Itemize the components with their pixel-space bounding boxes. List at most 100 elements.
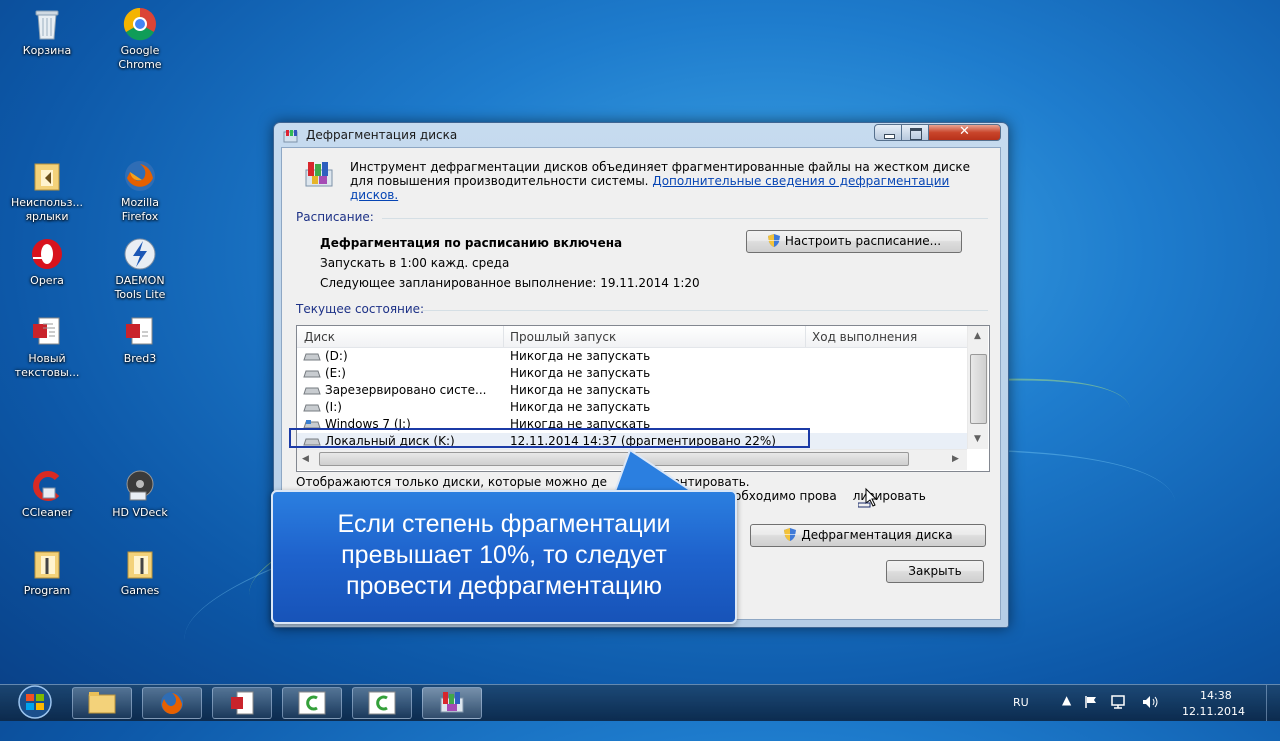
desktop-icon-opera[interactable]: Opera bbox=[7, 236, 87, 288]
scroll-up-icon[interactable]: ▲ bbox=[974, 331, 981, 341]
minimize-button[interactable] bbox=[874, 124, 902, 141]
footer-note-text: Отображаются только диски, которые можно… bbox=[296, 475, 607, 489]
taskbar-ccleaner-2[interactable] bbox=[352, 687, 412, 719]
configure-schedule-label: Настроить расписание... bbox=[784, 234, 942, 248]
scroll-right-icon[interactable]: ▶ bbox=[952, 454, 959, 464]
desktop-icon-label: Новый текстовы... bbox=[14, 352, 80, 379]
scroll-thumb[interactable] bbox=[970, 354, 987, 424]
hd-vdeck-icon bbox=[122, 468, 158, 504]
desktop-icon-recycle-bin[interactable]: Корзина bbox=[7, 6, 87, 58]
notification-chevron-icon[interactable]: ▲ bbox=[1062, 693, 1071, 707]
schedule-next-text: Следующее запланированное выполнение: 19… bbox=[320, 276, 700, 290]
ccleaner-icon bbox=[368, 691, 396, 715]
close-window-button[interactable]: ✕ bbox=[928, 124, 1001, 141]
disk-row[interactable]: (D:) Никогда не запускать bbox=[297, 348, 967, 365]
scroll-left-icon[interactable]: ◀ bbox=[302, 454, 309, 464]
disk-row[interactable]: (E:) Никогда не запускать bbox=[297, 365, 967, 382]
drive-icon bbox=[303, 387, 321, 395]
games-folder-icon bbox=[122, 546, 158, 582]
scroll-down-icon[interactable]: ▼ bbox=[974, 434, 981, 444]
column-header-last-run[interactable]: Прошлый запуск bbox=[510, 330, 616, 344]
desktop-icon-label: DAEMON Tools Lite bbox=[114, 274, 166, 301]
drive-icon bbox=[303, 370, 321, 378]
desktop-icon-label: CCleaner bbox=[21, 506, 73, 519]
current-state-divider bbox=[422, 310, 988, 311]
close-icon: ✕ bbox=[959, 124, 970, 139]
defrag-tool-icon bbox=[302, 160, 336, 193]
desktop-icon-hd-vdeck[interactable]: HD VDeck bbox=[100, 468, 180, 520]
volume-icon[interactable] bbox=[1142, 695, 1160, 709]
taskbar-defrag[interactable] bbox=[422, 687, 482, 719]
show-desktop-button[interactable] bbox=[1266, 685, 1280, 721]
language-indicator[interactable]: RU bbox=[1013, 696, 1029, 709]
vertical-scrollbar[interactable]: ▲ ▼ bbox=[967, 326, 988, 449]
action-center-flag-icon[interactable] bbox=[1084, 695, 1098, 709]
desktop-icon-ccleaner[interactable]: CCleaner bbox=[7, 468, 87, 520]
text-document-icon bbox=[231, 691, 254, 715]
desktop-icon-label: Mozilla Firefox bbox=[121, 196, 159, 223]
disk-name: Зарезервировано систе... bbox=[325, 383, 487, 397]
maximize-icon bbox=[910, 128, 922, 140]
configure-schedule-button[interactable]: Настроить расписание... bbox=[746, 230, 962, 253]
bred3-icon bbox=[122, 314, 158, 350]
close-button[interactable]: Закрыть bbox=[886, 560, 984, 583]
chrome-icon bbox=[122, 6, 158, 42]
minimize-icon bbox=[884, 134, 895, 139]
desktop-icon-label: Google Chrome bbox=[118, 44, 162, 71]
footer-note-2: обходимо прова лизировать bbox=[734, 489, 926, 503]
disk-row[interactable]: Зарезервировано систе... Никогда не запу… bbox=[297, 382, 967, 399]
desktop-icon-firefox[interactable]: Mozilla Firefox bbox=[100, 158, 180, 224]
disk-name: (I:) bbox=[325, 400, 342, 414]
defragment-disk-label: Дефрагментация диска bbox=[801, 528, 953, 542]
highlight-frame bbox=[289, 428, 810, 448]
desktop-icon-program[interactable]: Program bbox=[7, 546, 87, 598]
opera-icon bbox=[29, 236, 65, 272]
clock-date[interactable]: 12.11.2014 bbox=[1182, 705, 1245, 718]
uac-shield-icon bbox=[767, 234, 780, 247]
schedule-status: Дефрагментация по расписанию включена bbox=[320, 236, 623, 250]
defrag-app-icon bbox=[440, 692, 464, 713]
desktop-icon-new-text[interactable]: Новый текстовы... bbox=[7, 314, 87, 380]
current-state-label: Текущее состояние: bbox=[296, 302, 425, 316]
drive-icon bbox=[303, 404, 321, 412]
ccleaner-icon bbox=[298, 691, 326, 715]
taskbar-explorer[interactable] bbox=[72, 687, 132, 719]
window-titlebar[interactable]: Дефрагментация диска ✕ bbox=[274, 123, 1008, 147]
instruction-callout: Если степень фрагментации превышает 10%,… bbox=[271, 490, 737, 624]
recycle-bin-icon bbox=[29, 6, 65, 42]
schedule-run-text: Запускать в 1:00 кажд. среда bbox=[320, 256, 510, 270]
desktop-icon-games[interactable]: Games bbox=[100, 546, 180, 598]
desktop-icon-bred3[interactable]: Bred3 bbox=[100, 314, 180, 366]
schedule-divider bbox=[382, 218, 988, 219]
explorer-folder-icon bbox=[88, 692, 116, 714]
taskbar: RU ▲ 14:38 12.11.2014 bbox=[0, 684, 1280, 721]
disk-last-run: Никогда не запускать bbox=[510, 366, 651, 380]
windows-start-icon bbox=[18, 685, 52, 719]
text-document-icon bbox=[29, 314, 65, 350]
maximize-button[interactable] bbox=[901, 124, 929, 141]
taskbar-firefox[interactable] bbox=[142, 687, 202, 719]
column-header-disk[interactable]: Диск bbox=[304, 330, 335, 344]
disk-row[interactable]: (I:) Никогда не запускать bbox=[297, 399, 967, 416]
defragment-disk-button[interactable]: Дефрагментация диска bbox=[750, 524, 986, 547]
clock-time[interactable]: 14:38 bbox=[1200, 689, 1232, 702]
desktop-icon-unused-shortcuts[interactable]: Неиспольз... ярлыки bbox=[7, 158, 87, 224]
column-header-progress[interactable]: Ход выполнения bbox=[812, 330, 917, 344]
desktop-icon-label: Opera bbox=[30, 274, 64, 287]
desktop-icon-daemon-tools[interactable]: DAEMON Tools Lite bbox=[100, 236, 180, 302]
taskbar-ccleaner-1[interactable] bbox=[282, 687, 342, 719]
disk-name: (D:) bbox=[325, 349, 348, 363]
start-button[interactable] bbox=[8, 685, 62, 721]
desktop-icon-label: Неиспольз... ярлыки bbox=[10, 196, 83, 223]
folder-shortcut-icon bbox=[29, 158, 65, 194]
callout-text: Если степень фрагментации превышает 10%,… bbox=[337, 510, 671, 600]
network-icon[interactable] bbox=[1110, 694, 1128, 710]
taskbar-document[interactable] bbox=[212, 687, 272, 719]
desktop-icon-chrome[interactable]: Google Chrome bbox=[100, 6, 180, 72]
column-separator bbox=[805, 326, 806, 347]
disk-name: (E:) bbox=[325, 366, 346, 380]
footer-note-2-text: обходимо прова bbox=[734, 489, 837, 503]
firefox-icon bbox=[122, 158, 158, 194]
disk-last-run: Никогда не запускать bbox=[510, 383, 651, 397]
daemon-tools-icon bbox=[122, 236, 158, 272]
